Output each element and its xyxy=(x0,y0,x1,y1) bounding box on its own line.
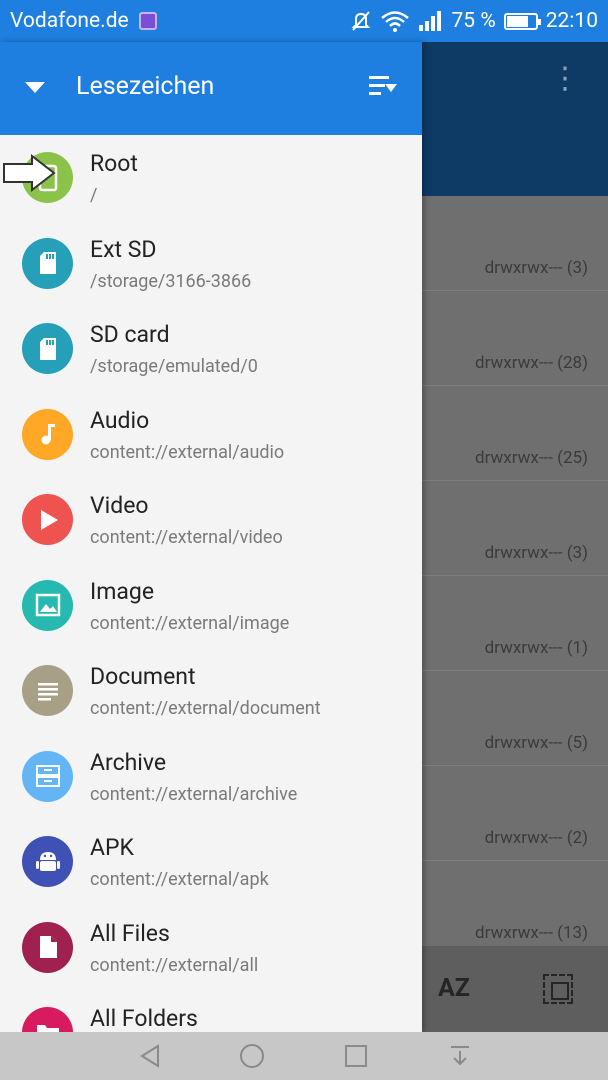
bookmark-item-archive[interactable]: Archive content://external/archive xyxy=(0,734,422,820)
permission-label: drwxrwx--- (3) xyxy=(484,543,588,563)
file-icon xyxy=(22,921,73,973)
bookmark-name: All Files xyxy=(90,919,170,947)
back-icon[interactable] xyxy=(138,1044,162,1068)
carrier-label: Vodafone.de xyxy=(10,9,129,33)
bookmark-path: content://external/audio xyxy=(90,441,285,463)
permission-label: drwxrwx--- (13) xyxy=(475,923,588,943)
bookmark-item-apk[interactable]: APK content://external/apk xyxy=(0,819,422,905)
folder-icon xyxy=(22,1007,73,1032)
bookmark-path: content://external/image xyxy=(90,612,290,634)
permission-label: drwxrwx--- (3) xyxy=(484,258,588,278)
bookmark-name: SD card xyxy=(90,321,170,348)
permission-label: drwxrwx--- (28) xyxy=(475,353,588,373)
bookmark-name: Image xyxy=(90,577,155,605)
select-all-icon[interactable] xyxy=(543,974,573,1004)
battery-icon xyxy=(503,12,541,30)
bookmark-path: / xyxy=(90,185,98,206)
status-bar: Vodafone.de 75 % 22:10 xyxy=(0,0,608,42)
wifi-icon xyxy=(380,11,409,32)
sd-card-icon xyxy=(22,237,73,289)
bookmark-name: Document xyxy=(90,663,196,690)
drawer-header: Lesezeichen xyxy=(0,42,422,135)
mute-icon xyxy=(351,11,370,31)
bookmark-name: Video xyxy=(90,492,149,519)
sd-card-icon xyxy=(22,323,73,374)
bookmark-item-audio[interactable]: Audio content://external/audio xyxy=(0,392,422,478)
bookmark-list: Root / Ext SD/storage/3166-3866 SD card/sto… xyxy=(0,135,422,1032)
system-nav-bar xyxy=(0,1032,608,1080)
permission-label: drwxrwx--- (5) xyxy=(484,733,588,753)
permission-label: drwxrwx--- (2) xyxy=(484,828,588,848)
sort-az-button[interactable]: AZ xyxy=(438,974,470,1003)
play-icon xyxy=(22,494,73,545)
bookmark-path: /storage/emulated/0 xyxy=(90,356,258,377)
music-note-icon xyxy=(22,408,73,460)
pointer-arrow-icon xyxy=(3,154,56,192)
bookmark-item-all-files[interactable]: All Files content://external/all xyxy=(0,905,422,991)
archive-icon xyxy=(22,750,73,802)
bookmark-name: APK xyxy=(90,834,134,861)
bookmark-name: Audio xyxy=(90,406,150,434)
sort-icon[interactable] xyxy=(369,76,397,98)
bookmark-item-all-folders[interactable]: All Folders xyxy=(0,990,422,1032)
bookmark-item-ext-sd[interactable]: Ext SD/storage/3166-3866 xyxy=(0,221,422,307)
clock: 22:10 xyxy=(545,9,598,33)
bookmark-name: All Folders xyxy=(90,1005,198,1032)
bookmark-item-video[interactable]: Video content://external/video xyxy=(0,477,422,563)
bookmark-path: content://external/video xyxy=(90,527,283,548)
bookmark-path: /storage/3166-3866 xyxy=(90,270,252,292)
bookmark-item-root[interactable]: Root / xyxy=(0,135,422,221)
bookmark-name: Root xyxy=(90,150,138,177)
signal-icon xyxy=(418,11,441,31)
bookmark-item-sd-card[interactable]: SD card/storage/emulated/0 xyxy=(0,306,422,392)
permission-label: drwxrwx--- (25) xyxy=(475,448,588,468)
recent-apps-icon[interactable] xyxy=(345,1045,367,1067)
bookmark-path: content://external/document xyxy=(90,698,321,719)
notification-pull-icon[interactable] xyxy=(448,1044,472,1068)
overflow-menu-icon[interactable]: ⋮ xyxy=(550,64,580,94)
document-icon xyxy=(22,665,73,716)
home-icon[interactable] xyxy=(240,1044,264,1068)
battery-percent: 75 % xyxy=(451,9,496,33)
bookmark-name: Archive xyxy=(90,748,167,776)
image-icon xyxy=(22,579,73,631)
bookmark-path: content://external/all xyxy=(90,954,259,976)
bookmark-item-document[interactable]: Document content://external/document xyxy=(0,648,422,734)
dropdown-arrow-icon[interactable] xyxy=(25,82,45,93)
bookmarks-drawer: Lesezeichen Root / Ext SD/storage/3166-386… xyxy=(0,42,422,1032)
notification-app-icon xyxy=(138,12,157,30)
bookmark-item-image[interactable]: Image content://external/image xyxy=(0,563,422,649)
bookmark-name: Ext SD xyxy=(90,235,157,263)
android-icon xyxy=(22,836,73,887)
drawer-title: Lesezeichen xyxy=(76,72,215,101)
permission-label: drwxrwx--- (1) xyxy=(484,638,588,658)
bookmark-path: content://external/apk xyxy=(90,869,269,890)
bookmark-path: content://external/archive xyxy=(90,783,298,805)
